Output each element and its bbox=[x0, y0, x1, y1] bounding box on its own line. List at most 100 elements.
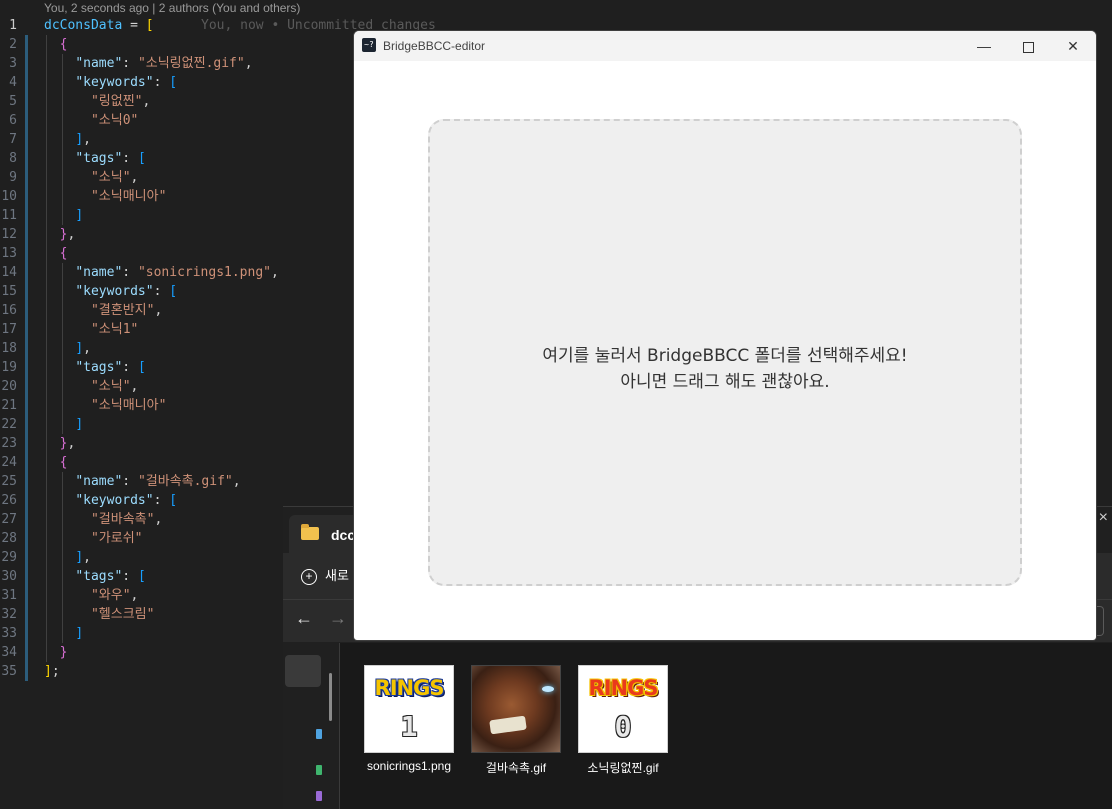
code-line[interactable]: }, bbox=[44, 225, 76, 244]
code-token: "소닉" bbox=[90, 379, 131, 394]
line-number: 12 bbox=[1, 227, 17, 242]
line-number: 9 bbox=[9, 170, 17, 185]
bridgebbcc-editor-window[interactable]: ~? BridgeBBCC-editor — ✕ 여기를 눌러서 BridgeB… bbox=[353, 30, 1097, 641]
title-bar[interactable]: ~? BridgeBBCC-editor — ✕ bbox=[354, 31, 1096, 61]
code-token: : bbox=[122, 151, 138, 166]
git-change-indicator[interactable] bbox=[25, 35, 28, 681]
code-token: { bbox=[59, 37, 68, 52]
code-token: ] bbox=[44, 664, 52, 679]
drive-icon[interactable] bbox=[316, 729, 322, 739]
glowing-eye bbox=[542, 686, 554, 692]
new-item-button[interactable]: + 새로 bbox=[301, 565, 349, 587]
close-button[interactable]: ✕ bbox=[1053, 35, 1093, 57]
code-line[interactable]: "tags": [ bbox=[44, 149, 145, 168]
code-line[interactable]: "소닉", bbox=[44, 168, 138, 187]
maximize-button[interactable] bbox=[1008, 35, 1048, 57]
line-number: 19 bbox=[1, 360, 17, 375]
close-icon[interactable]: × bbox=[1099, 509, 1108, 527]
selected-nav-item[interactable] bbox=[285, 655, 321, 687]
code-token: ] bbox=[75, 626, 84, 641]
file-name: 소닉링없찐.gif bbox=[587, 761, 659, 775]
folder-icon[interactable] bbox=[316, 765, 322, 775]
code-line[interactable]: "name": "소닉링없찐.gif", bbox=[44, 54, 252, 73]
file-list[interactable]: RINGS 1 sonicrings1.png 걸바속촉.gif RINGS 0… bbox=[340, 643, 1112, 809]
folder-icon[interactable] bbox=[316, 791, 322, 801]
code-token: "걸바속촉" bbox=[90, 512, 155, 527]
git-blame-header[interactable]: You, 2 seconds ago | 2 authors (You and … bbox=[44, 0, 300, 16]
code-line[interactable]: "가로쉬" bbox=[44, 529, 143, 548]
code-line[interactable]: "와우", bbox=[44, 586, 138, 605]
code-token: , bbox=[83, 550, 91, 565]
code-line[interactable]: { bbox=[44, 244, 68, 263]
line-number: 20 bbox=[1, 379, 17, 394]
code-line[interactable]: "keywords": [ bbox=[44, 491, 177, 510]
code-line[interactable]: "링없찐", bbox=[44, 92, 150, 111]
code-line[interactable]: "tags": [ bbox=[44, 567, 145, 586]
indent-guide bbox=[46, 35, 47, 662]
code-line[interactable]: "keywords": [ bbox=[44, 282, 177, 301]
code-token: "tags" bbox=[75, 151, 123, 166]
code-token: "소닉" bbox=[90, 170, 131, 185]
line-number: 26 bbox=[1, 493, 17, 508]
code-token: : bbox=[153, 75, 170, 90]
folder-icon bbox=[301, 524, 319, 540]
navigation-pane[interactable] bbox=[283, 643, 340, 809]
code-line[interactable]: "헬스크림" bbox=[44, 605, 155, 624]
code-line[interactable]: "소닉0" bbox=[44, 111, 138, 130]
code-token: "sonicrings1.png" bbox=[137, 265, 271, 280]
file-item[interactable]: 걸바속촉.gif bbox=[466, 665, 566, 785]
code-line[interactable]: { bbox=[44, 35, 68, 54]
code-token: ] bbox=[75, 208, 84, 223]
code-line[interactable]: "keywords": [ bbox=[44, 73, 177, 92]
code-line[interactable]: ], bbox=[44, 339, 91, 358]
code-token: , bbox=[67, 436, 76, 451]
line-number: 16 bbox=[1, 303, 17, 318]
code-token: = bbox=[122, 18, 146, 33]
code-line[interactable]: }, bbox=[44, 434, 76, 453]
code-line[interactable]: ], bbox=[44, 548, 91, 567]
indent-guide bbox=[62, 263, 63, 434]
code-line[interactable]: ] bbox=[44, 206, 83, 225]
code-token: "tags" bbox=[75, 360, 123, 375]
file-item[interactable]: RINGS 0 소닉링없찐.gif bbox=[573, 665, 673, 785]
code-line[interactable]: ] bbox=[44, 624, 83, 643]
code-line[interactable]: ] bbox=[44, 415, 83, 434]
forward-arrow-icon[interactable]: → bbox=[329, 608, 347, 629]
nav-scrollbar[interactable] bbox=[329, 673, 332, 721]
back-arrow-icon[interactable]: ← bbox=[295, 608, 313, 629]
code-line[interactable]: "name": "걸바속촉.gif", bbox=[44, 472, 240, 491]
code-line[interactable]: { bbox=[44, 453, 68, 472]
code-token: , bbox=[83, 341, 91, 356]
code-line[interactable]: "tags": [ bbox=[44, 358, 145, 377]
code-line[interactable]: dcConsData = [ bbox=[44, 16, 154, 35]
code-line[interactable]: "name": "sonicrings1.png", bbox=[44, 263, 279, 282]
folder-drop-zone[interactable]: 여기를 눌러서 BridgeBBCC 폴더를 선택해주세요! 아니면 드래그 해… bbox=[428, 119, 1022, 586]
minimize-button[interactable]: — bbox=[964, 35, 1004, 57]
code-token: ] bbox=[75, 417, 84, 432]
code-line[interactable]: "소닉", bbox=[44, 377, 138, 396]
file-item[interactable]: RINGS 1 sonicrings1.png bbox=[359, 665, 459, 785]
code-token: [ bbox=[169, 493, 178, 508]
code-line[interactable]: } bbox=[44, 643, 68, 662]
rings-count: 1 bbox=[400, 710, 418, 743]
file-name: sonicrings1.png bbox=[366, 759, 452, 773]
line-number: 2 bbox=[9, 37, 17, 52]
code-line[interactable]: ], bbox=[44, 130, 91, 149]
code-line[interactable]: ]; bbox=[44, 662, 60, 681]
code-line[interactable]: "소닉1" bbox=[44, 320, 138, 339]
address-bar[interactable] bbox=[1097, 606, 1104, 636]
file-thumbnail bbox=[471, 665, 561, 753]
code-token: : bbox=[122, 569, 138, 584]
line-number: 34 bbox=[1, 645, 17, 660]
